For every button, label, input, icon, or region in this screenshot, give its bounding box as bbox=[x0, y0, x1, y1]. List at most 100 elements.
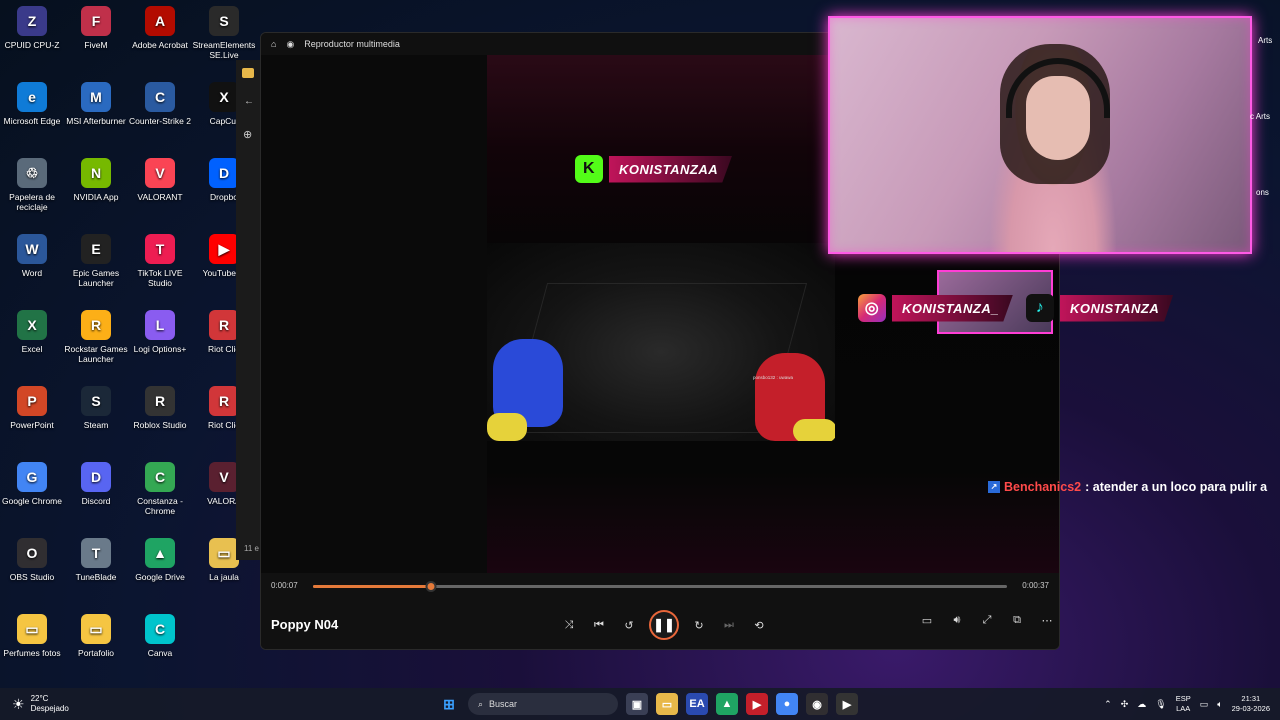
volume-icon[interactable]: 🔊︎ bbox=[947, 610, 967, 630]
app-icon: ▭ bbox=[81, 614, 111, 644]
app-icon: X bbox=[209, 82, 239, 112]
app-icon: T bbox=[145, 234, 175, 264]
more-options-icon[interactable]: ⋯ bbox=[1037, 610, 1057, 630]
language-indicator[interactable]: ESP LAA bbox=[1176, 694, 1191, 714]
desktop-icon-cpuid-cpu-z[interactable]: Z CPUID CPU-Z bbox=[0, 6, 64, 50]
desktop-icon-powerpoint[interactable]: P PowerPoint bbox=[0, 386, 64, 430]
shuffle-icon[interactable]: ⤨ bbox=[559, 615, 579, 635]
media-player-icon[interactable]: ▶ bbox=[836, 693, 858, 715]
folder-icon bbox=[242, 68, 254, 78]
onedrive-icon[interactable]: ☁ bbox=[1137, 699, 1146, 710]
desktop-icon-obs-studio[interactable]: O OBS Studio bbox=[0, 538, 64, 582]
back-arrow-icon[interactable]: ← bbox=[244, 96, 254, 107]
desktop-icon-label: Perfumes fotos bbox=[3, 648, 61, 658]
tiktok-tag: ♪ KONISTANZA bbox=[1026, 294, 1174, 322]
speaker-icon[interactable]: 🔈︎ bbox=[1217, 699, 1222, 710]
desktop-icon-valorant[interactable]: V VALORANT bbox=[128, 158, 192, 202]
app-icon: L bbox=[145, 310, 175, 340]
rewind-10-icon[interactable]: ↺ bbox=[619, 615, 639, 635]
desktop-icon-label: Word bbox=[21, 268, 43, 278]
app-icon: D bbox=[81, 462, 111, 492]
microphone-icon[interactable]: 🎙︎ bbox=[1155, 699, 1166, 710]
google-drive-icon[interactable]: ▲ bbox=[716, 693, 738, 715]
search-input[interactable]: ⌕ Buscar bbox=[468, 693, 618, 715]
tray-app-icon[interactable]: ✣ bbox=[1121, 699, 1129, 710]
obs-icon[interactable]: ◉ bbox=[806, 693, 828, 715]
seek-bar-knob[interactable] bbox=[425, 581, 437, 592]
desktop-icon-rockstar-games-launcher[interactable]: R Rockstar Games Launcher bbox=[64, 310, 128, 364]
desktop-icon-discord[interactable]: D Discord bbox=[64, 462, 128, 506]
desktop-icon-tuneblade[interactable]: T TuneBlade bbox=[64, 538, 128, 582]
previous-icon[interactable]: ⏮ bbox=[589, 615, 609, 635]
desktop-icon-google-chrome[interactable]: G Google Chrome bbox=[0, 462, 64, 506]
desktop-icon-label: FiveM bbox=[84, 40, 108, 50]
app-icon: C bbox=[145, 82, 175, 112]
repeat-off-icon[interactable]: ⟲ bbox=[749, 615, 769, 635]
desktop-icon-canva[interactable]: C Canva bbox=[128, 614, 192, 658]
youtube-music-icon[interactable]: ▶ bbox=[746, 693, 768, 715]
desktop-icon-label: Portafolio bbox=[78, 648, 114, 658]
clock[interactable]: 21:31 29-03-2026 bbox=[1232, 694, 1270, 714]
desktop-icon-msi-afterburner[interactable]: M MSI Afterburner bbox=[64, 82, 128, 126]
add-icon[interactable]: ⊕ bbox=[243, 128, 252, 141]
subtitles-icon[interactable]: ▭ bbox=[917, 610, 937, 630]
desktop-icon-constanza-chrome[interactable]: C Constanza - Chrome bbox=[128, 462, 192, 516]
file-explorer-icon[interactable]: ▭ bbox=[656, 693, 678, 715]
desktop-icon-label: Counter-Strike 2 bbox=[129, 116, 191, 126]
desktop-icon-epic-games-launcher[interactable]: E Epic Games Launcher bbox=[64, 234, 128, 288]
app-icon: G bbox=[17, 462, 47, 492]
app-icon: ▭ bbox=[17, 614, 47, 644]
desktop-icon-papelera-de-reciclaje[interactable]: ♲ Papelera de reciclaje bbox=[0, 158, 64, 212]
app-icon: A bbox=[145, 6, 175, 36]
clock-date: 29-03-2026 bbox=[1231, 704, 1270, 713]
chat-username: Benchanics2 bbox=[1004, 480, 1082, 494]
blue-hand-cuff bbox=[487, 413, 527, 441]
forward-30-icon[interactable]: ↻ bbox=[689, 615, 709, 635]
desktop-icon-tiktok-live-studio[interactable]: T TikTok LIVE Studio bbox=[128, 234, 192, 288]
app-icon: N bbox=[81, 158, 111, 188]
desktop-icon-label: OBS Studio bbox=[9, 572, 55, 582]
desktop-icon-perfumes-fotos[interactable]: ▭ Perfumes fotos bbox=[0, 614, 64, 658]
windows-start-icon[interactable]: ⊞ bbox=[438, 693, 460, 715]
home-icon[interactable]: ⌂ bbox=[271, 39, 276, 49]
desktop-icon-excel[interactable]: X Excel bbox=[0, 310, 64, 354]
weather-widget[interactable]: ☀ 22°C Despejado bbox=[12, 694, 69, 714]
overlay-brand-label: KONISTANZAA bbox=[609, 155, 733, 183]
desktop-icon-word[interactable]: W Word bbox=[0, 234, 64, 278]
desktop-icon-label: Adobe Acrobat bbox=[132, 40, 188, 50]
task-view-icon[interactable]: ▣ bbox=[626, 693, 648, 715]
app-icon: C bbox=[145, 614, 175, 644]
desktop-icon-google-drive[interactable]: ▲ Google Drive bbox=[128, 538, 192, 582]
network-icon[interactable]: ▭ bbox=[1200, 699, 1209, 710]
desktop-icon-label: Steam bbox=[83, 420, 109, 430]
app-icon: E bbox=[81, 234, 111, 264]
tiktok-label: KONISTANZA bbox=[1060, 294, 1174, 322]
desktop-icon-streamelements-se-live[interactable]: S StreamElements SE.Live bbox=[192, 6, 256, 60]
chevron-up-icon[interactable]: ⌃ bbox=[1104, 699, 1112, 710]
edge-label-1: Arts bbox=[1258, 36, 1273, 45]
ea-app-icon[interactable]: EA bbox=[686, 693, 708, 715]
desktop-icon-logi-options-[interactable]: L Logi Options+ bbox=[128, 310, 192, 354]
seek-bar[interactable] bbox=[313, 581, 1007, 592]
app-icon: ♲ bbox=[17, 158, 47, 188]
file-explorer-window-edge[interactable]: ← ⊕ 11 e bbox=[236, 60, 260, 560]
app-icon: D bbox=[209, 158, 239, 188]
desktop-icon-roblox-studio[interactable]: R Roblox Studio bbox=[128, 386, 192, 430]
desktop-icon-nvidia-app[interactable]: N NVIDIA App bbox=[64, 158, 128, 202]
desktop-icon-steam[interactable]: S Steam bbox=[64, 386, 128, 430]
language-line-2: LAA bbox=[1176, 704, 1191, 713]
chrome-icon[interactable]: ● bbox=[776, 693, 798, 715]
desktop-icon-counter-strike-2[interactable]: C Counter-Strike 2 bbox=[128, 82, 192, 126]
desktop-icon-adobe-acrobat[interactable]: A Adobe Acrobat bbox=[128, 6, 192, 50]
next-icon[interactable]: ⏭ bbox=[719, 615, 739, 635]
desktop-icon-fivem[interactable]: F FiveM bbox=[64, 6, 128, 50]
desktop-icon-microsoft-edge[interactable]: e Microsoft Edge bbox=[0, 82, 64, 126]
kick-logo-icon: K bbox=[575, 155, 603, 183]
desktop-icon-portafolio[interactable]: ▭ Portafolio bbox=[64, 614, 128, 658]
pause-button[interactable]: ❚❚ bbox=[649, 610, 679, 640]
desktop-icon-label: Excel bbox=[21, 344, 43, 354]
search-placeholder: Buscar bbox=[489, 699, 518, 709]
fullscreen-icon[interactable]: ⤢ bbox=[977, 610, 997, 630]
miniplayer-icon[interactable]: ⧉ bbox=[1007, 610, 1027, 630]
date-fragment: 11 e bbox=[244, 544, 259, 553]
